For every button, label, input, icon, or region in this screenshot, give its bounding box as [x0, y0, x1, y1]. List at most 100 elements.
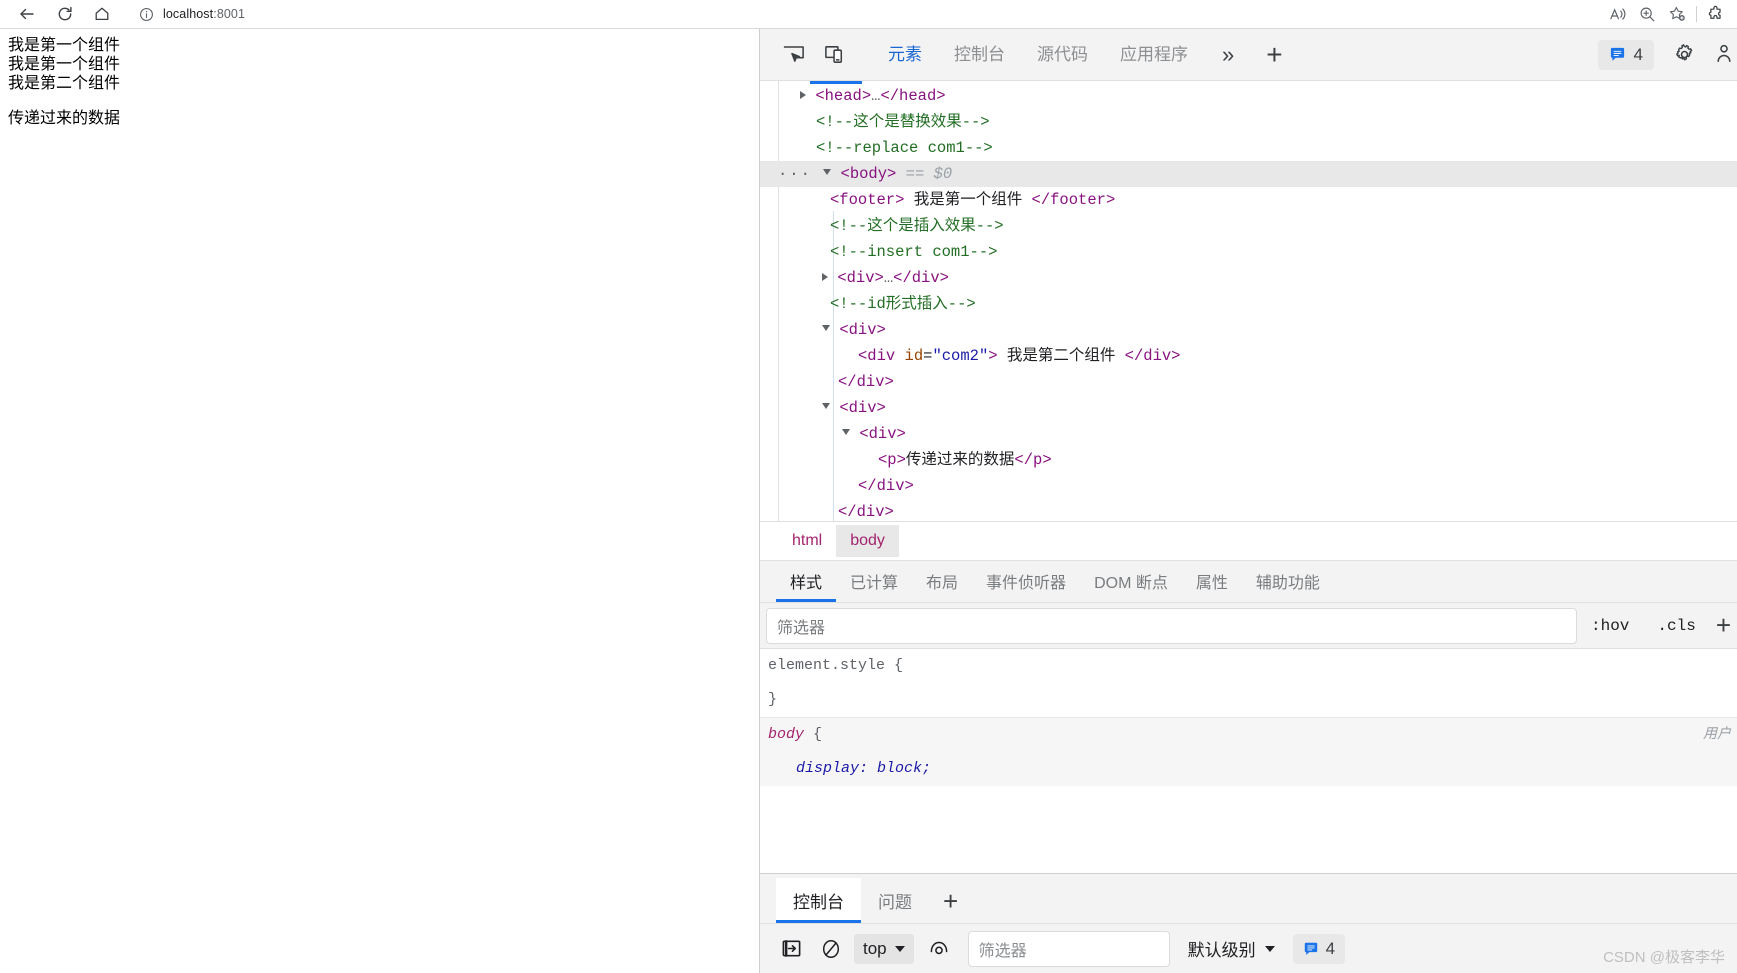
console-context-selector[interactable]: top [854, 933, 914, 964]
console-filter-input[interactable]: 筛选器 [967, 930, 1170, 967]
issues-count: 4 [1633, 44, 1643, 64]
dom-token-comment: <!--insert com1--> [830, 243, 998, 261]
styles-rules-pane[interactable]: element.style { } 用户 body { display: blo… [760, 649, 1737, 831]
rule-selector[interactable]: body [768, 726, 804, 743]
collapse-triangle-icon[interactable] [822, 325, 830, 331]
dom-token-ellipsis: … [883, 269, 894, 287]
tab-styles[interactable]: 样式 [776, 569, 837, 602]
hov-toggle-button[interactable]: :hov [1577, 617, 1643, 635]
tab-application[interactable]: 应用程序 [1104, 35, 1204, 75]
tab-properties[interactable]: 属性 [1182, 569, 1242, 602]
dom-token-text: 传递过来的数据 [905, 451, 1015, 469]
url-port: :8001 [213, 7, 246, 21]
dom-token-tag: <div> [839, 399, 886, 417]
breadcrumb-item-html[interactable]: html [778, 525, 836, 557]
tab-computed[interactable]: 已计算 [836, 569, 912, 602]
dom-node-row[interactable]: <div>…</div> [760, 265, 1737, 291]
css-declaration[interactable]: display: block; [768, 752, 1737, 786]
dom-node-row[interactable]: <!--这个是插入效果--> [760, 213, 1737, 239]
show-console-sidebar-icon[interactable] [774, 932, 808, 966]
styles-filter-input[interactable]: 筛选器 [766, 607, 1577, 644]
more-tabs-icon[interactable]: » [1204, 38, 1252, 72]
add-panel-button[interactable]: + [1252, 38, 1296, 72]
inspect-element-icon[interactable] [772, 35, 814, 75]
devtools-panel: 元素 控制台 源代码 应用程序 » + 4 <head>…</head> <!-… [759, 29, 1737, 973]
chevron-down-icon [894, 945, 905, 952]
rule-close-brace: } [768, 691, 778, 708]
tab-elements[interactable]: 元素 [872, 35, 938, 75]
dom-node-row[interactable]: <p>传递过来的数据</p> [760, 447, 1737, 473]
dom-node-row[interactable]: <div id="com2"> 我是第二个组件 </div> [760, 343, 1737, 369]
device-toolbar-icon[interactable] [814, 35, 856, 75]
dom-token-tag: <div> [839, 321, 886, 339]
dom-token-tag: <head> [815, 87, 872, 105]
drawer-tab-console[interactable]: 控制台 [776, 878, 861, 923]
dom-token-tag: <div> [837, 269, 884, 287]
info-circle-icon[interactable] [139, 7, 154, 22]
dom-node-row[interactable]: ··· <body> == $0 [760, 161, 1737, 187]
dom-tree[interactable]: <head>…</head> <!--这个是替换效果--> <!--replace … [760, 81, 1737, 521]
dom-node-row[interactable]: </div> [760, 369, 1737, 395]
dom-node-row[interactable]: <!--replace com1--> [760, 135, 1737, 161]
cls-toggle-button[interactable]: .cls [1643, 617, 1709, 635]
panel-tab-underline [810, 81, 862, 84]
home-button[interactable] [87, 1, 117, 27]
dom-rows-container: <head>…</head> <!--这个是替换效果--> <!--replace … [760, 83, 1737, 521]
page-paragraph: 传递过来的数据 [8, 109, 121, 127]
tab-sources[interactable]: 源代码 [1021, 35, 1104, 75]
add-favorite-icon[interactable] [1662, 1, 1692, 27]
read-aloud-icon[interactable] [1602, 1, 1632, 27]
address-bar[interactable]: localhost:8001 [130, 2, 1602, 26]
rule-selector-line: element.style { [768, 649, 1737, 683]
reload-button[interactable] [50, 1, 80, 27]
rule-open-brace: { [813, 726, 823, 743]
issues-bubble-icon [1609, 46, 1626, 63]
tab-console[interactable]: 控制台 [938, 35, 1021, 75]
console-level-selector[interactable]: 默认级别 [1188, 936, 1275, 961]
dom-node-row[interactable]: <!--id形式插入--> [760, 291, 1737, 317]
tab-accessibility[interactable]: 辅助功能 [1242, 569, 1334, 602]
dom-node-badge-dots[interactable]: ··· [778, 165, 823, 183]
gear-icon[interactable] [1672, 42, 1697, 67]
dom-node-row[interactable]: <head>…</head> [760, 83, 1737, 109]
console-issues-count: 4 [1325, 938, 1336, 958]
dom-node-row[interactable]: </div> [760, 473, 1737, 499]
rule-origin: 用户 [1703, 727, 1731, 743]
url-host: localhost [163, 7, 214, 21]
tab-layout[interactable]: 布局 [912, 569, 972, 602]
new-style-rule-button[interactable]: + [1710, 610, 1737, 641]
tab-dom-breakpoints[interactable]: DOM 断点 [1080, 569, 1182, 602]
drawer-add-tab-button[interactable]: + [929, 886, 972, 923]
browser-toolbar-actions [1602, 0, 1737, 29]
toolbar-divider [1696, 6, 1697, 22]
dom-node-row[interactable]: <div> [760, 317, 1737, 343]
zoom-icon[interactable] [1632, 1, 1662, 27]
style-rule-element-style[interactable]: element.style { } [760, 649, 1737, 717]
back-button[interactable] [12, 1, 42, 27]
drawer-tab-strip: 控制台 问题 + [760, 874, 1737, 924]
breadcrumb-item-body[interactable]: body [836, 525, 899, 557]
collapse-triangle-icon[interactable] [842, 429, 850, 435]
dom-node-row[interactable]: <div> [760, 421, 1737, 447]
collapse-triangle-icon[interactable] [822, 403, 830, 409]
browser-toolbar: localhost:8001 [0, 0, 1737, 29]
issues-badge[interactable]: 4 [1597, 39, 1654, 70]
breadcrumb: html body [760, 521, 1737, 561]
url-text: localhost:8001 [163, 7, 245, 21]
style-rule-body[interactable]: 用户 body { display: block; [760, 717, 1737, 786]
dom-node-row[interactable]: <footer> 我是第一个组件 </footer> [760, 187, 1737, 213]
dom-node-row[interactable]: <div> [760, 395, 1737, 421]
dom-token-tag: </div> [893, 269, 949, 287]
live-expression-icon[interactable] [922, 932, 956, 966]
home-icon [95, 7, 109, 21]
console-issues-badge[interactable]: 4 [1292, 933, 1346, 964]
dom-node-row[interactable]: <!--insert com1--> [760, 239, 1737, 265]
dom-node-row[interactable]: </div> [760, 499, 1737, 521]
extensions-icon[interactable] [1701, 1, 1731, 27]
more-options-icon[interactable] [1713, 42, 1735, 67]
tab-event-listeners[interactable]: 事件侦听器 [972, 569, 1080, 602]
dom-token-tag: </div> [858, 477, 914, 495]
dom-node-row[interactable]: <!--这个是替换效果--> [760, 109, 1737, 135]
drawer-tab-issues[interactable]: 问题 [861, 888, 929, 923]
clear-console-icon[interactable] [814, 932, 848, 966]
